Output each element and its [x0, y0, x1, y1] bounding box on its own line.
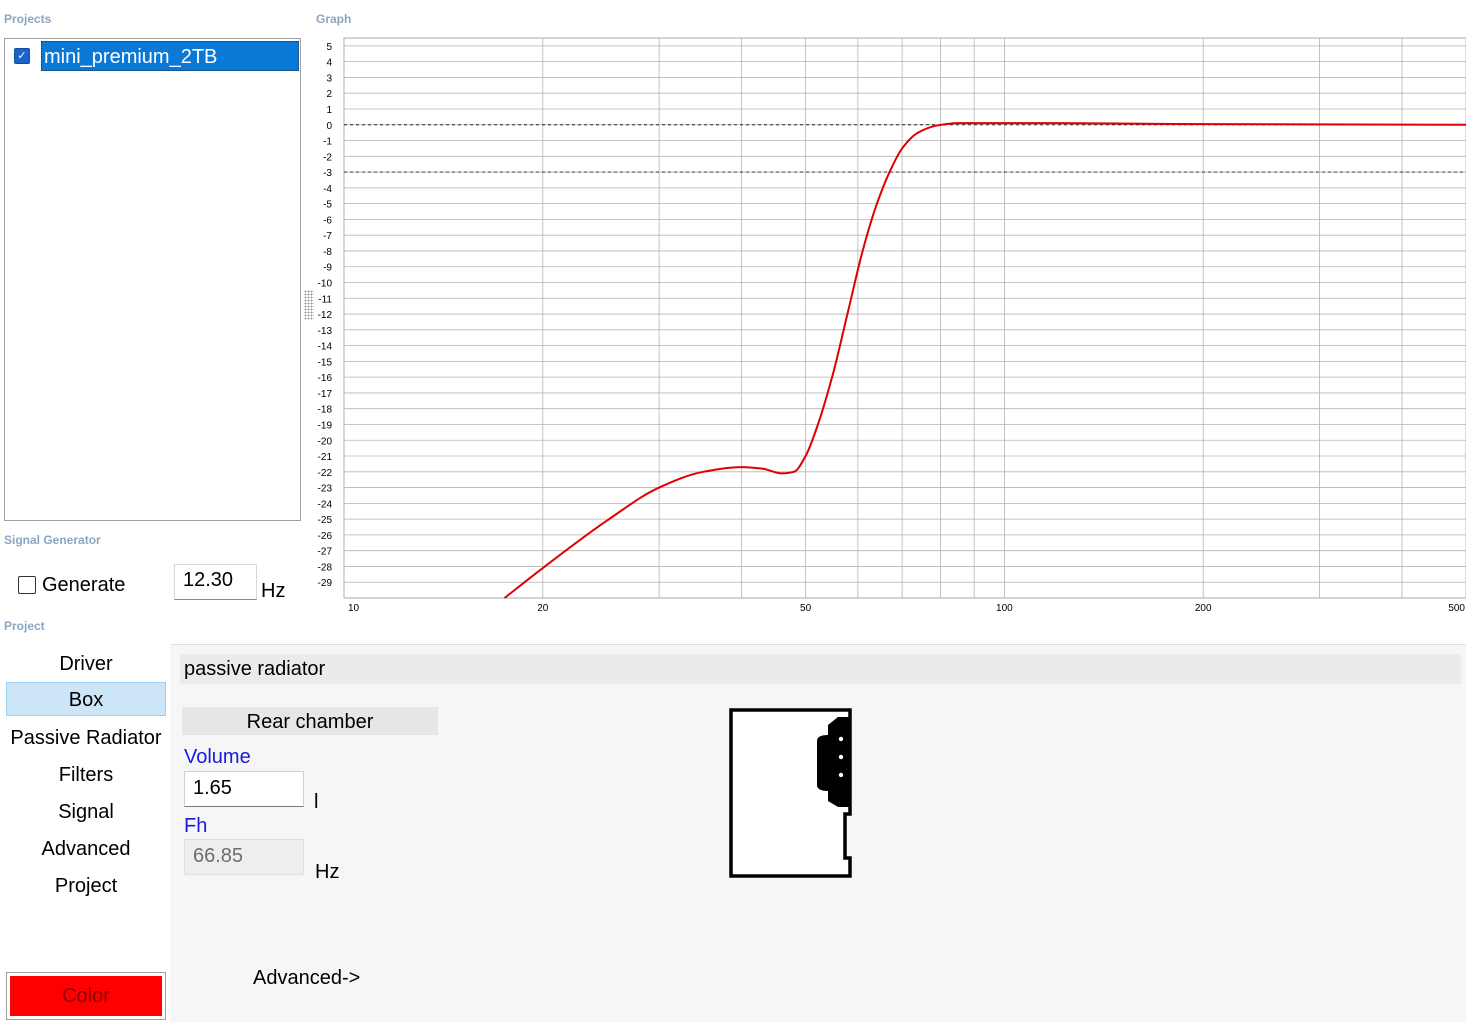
y-tick-label: -19 [318, 420, 333, 431]
color-button[interactable]: Color [6, 972, 166, 1020]
y-tick-label: 5 [326, 42, 332, 53]
y-tick-label: -5 [323, 200, 332, 211]
y-tick-label: -27 [318, 547, 333, 558]
generate-checkbox[interactable] [18, 576, 36, 594]
y-tick-label: -2 [323, 152, 332, 163]
y-tick-label: -8 [323, 247, 332, 258]
y-tick-label: -1 [323, 137, 332, 148]
y-tick-label: -28 [318, 562, 333, 573]
x-tick-label: 20 [537, 603, 549, 614]
y-tick-label: -25 [318, 515, 333, 526]
frequency-unit: Hz [261, 580, 285, 603]
y-tick-label: -12 [318, 310, 333, 321]
signal-generator-group-label: Signal Generator [4, 533, 101, 547]
projects-list[interactable]: ✓ mini_premium_2TB [4, 38, 301, 521]
y-tick-label: -14 [318, 342, 333, 353]
nav-item-signal[interactable]: Signal [6, 795, 166, 829]
y-tick-label: 4 [326, 58, 332, 69]
fh-label: Fh [184, 815, 207, 838]
y-tick-label: -21 [318, 452, 333, 463]
y-tick-label: -22 [318, 468, 333, 479]
x-tick-label: 10 [348, 603, 360, 614]
x-tick-label: 100 [996, 603, 1013, 614]
project-item[interactable]: mini_premium_2TB [41, 41, 299, 71]
y-tick-label: -26 [318, 531, 333, 542]
y-tick-label: -16 [318, 373, 333, 384]
nav-item-driver[interactable]: Driver [6, 647, 166, 681]
y-tick-label: -29 [318, 578, 333, 589]
project-nav: Driver Box Passive Radiator Filters Sign… [0, 644, 170, 1021]
y-tick-label: -9 [323, 263, 332, 274]
nav-item-project[interactable]: Project [6, 869, 166, 903]
nav-item-passive-radiator[interactable]: Passive Radiator [6, 721, 166, 755]
project-checkbox[interactable]: ✓ [14, 48, 30, 64]
fh-unit: Hz [315, 861, 339, 884]
volume-input[interactable]: 1.65 [184, 771, 304, 807]
project-group-label: Project [4, 619, 45, 633]
y-tick-label: 0 [326, 121, 332, 132]
x-tick-label: 500 [1448, 603, 1465, 614]
y-tick-label: -17 [318, 389, 333, 400]
nav-item-filters[interactable]: Filters [6, 758, 166, 792]
y-tick-label: -13 [318, 326, 333, 337]
nav-item-box[interactable]: Box [6, 682, 166, 716]
y-tick-label: 2 [326, 89, 332, 100]
y-tick-label: -3 [323, 168, 332, 179]
plot-area [344, 38, 1466, 598]
y-tick-label: -23 [318, 484, 333, 495]
box-settings-panel: passive radiator Rear chamber Volume 1.6… [170, 644, 1466, 1022]
color-button-label: Color [10, 976, 162, 1016]
rear-chamber-header: Rear chamber [182, 707, 438, 735]
passive-radiator-box-diagram [728, 707, 858, 882]
y-tick-label: -20 [318, 436, 333, 447]
y-tick-label: -24 [318, 499, 333, 510]
nav-item-advanced[interactable]: Advanced [6, 832, 166, 866]
advanced-link[interactable]: Advanced-> [253, 967, 360, 990]
y-tick-label: -7 [323, 231, 332, 242]
y-tick-label: -15 [318, 357, 333, 368]
graph-group-label: Graph [316, 12, 351, 26]
frequency-response-graph: 543210-1-2-3-4-5-6-7-8-9-10-11-12-13-14-… [310, 30, 1466, 615]
y-tick-label: -10 [318, 279, 333, 290]
y-tick-label: 1 [326, 105, 332, 116]
y-tick-label: -4 [323, 184, 332, 195]
panel-title: passive radiator [180, 654, 1461, 684]
y-tick-label: -18 [318, 405, 333, 416]
volume-label: Volume [184, 746, 251, 769]
x-tick-label: 200 [1195, 603, 1212, 614]
fh-input: 66.85 [184, 839, 304, 875]
frequency-input[interactable]: 12.30 [174, 564, 257, 600]
volume-unit: l [314, 791, 318, 814]
y-tick-label: 3 [326, 73, 332, 84]
y-tick-label: -6 [323, 215, 332, 226]
projects-group-label: Projects [4, 12, 51, 26]
generate-label[interactable]: Generate [42, 574, 125, 597]
x-tick-label: 50 [800, 603, 812, 614]
y-tick-label: -11 [318, 294, 332, 305]
